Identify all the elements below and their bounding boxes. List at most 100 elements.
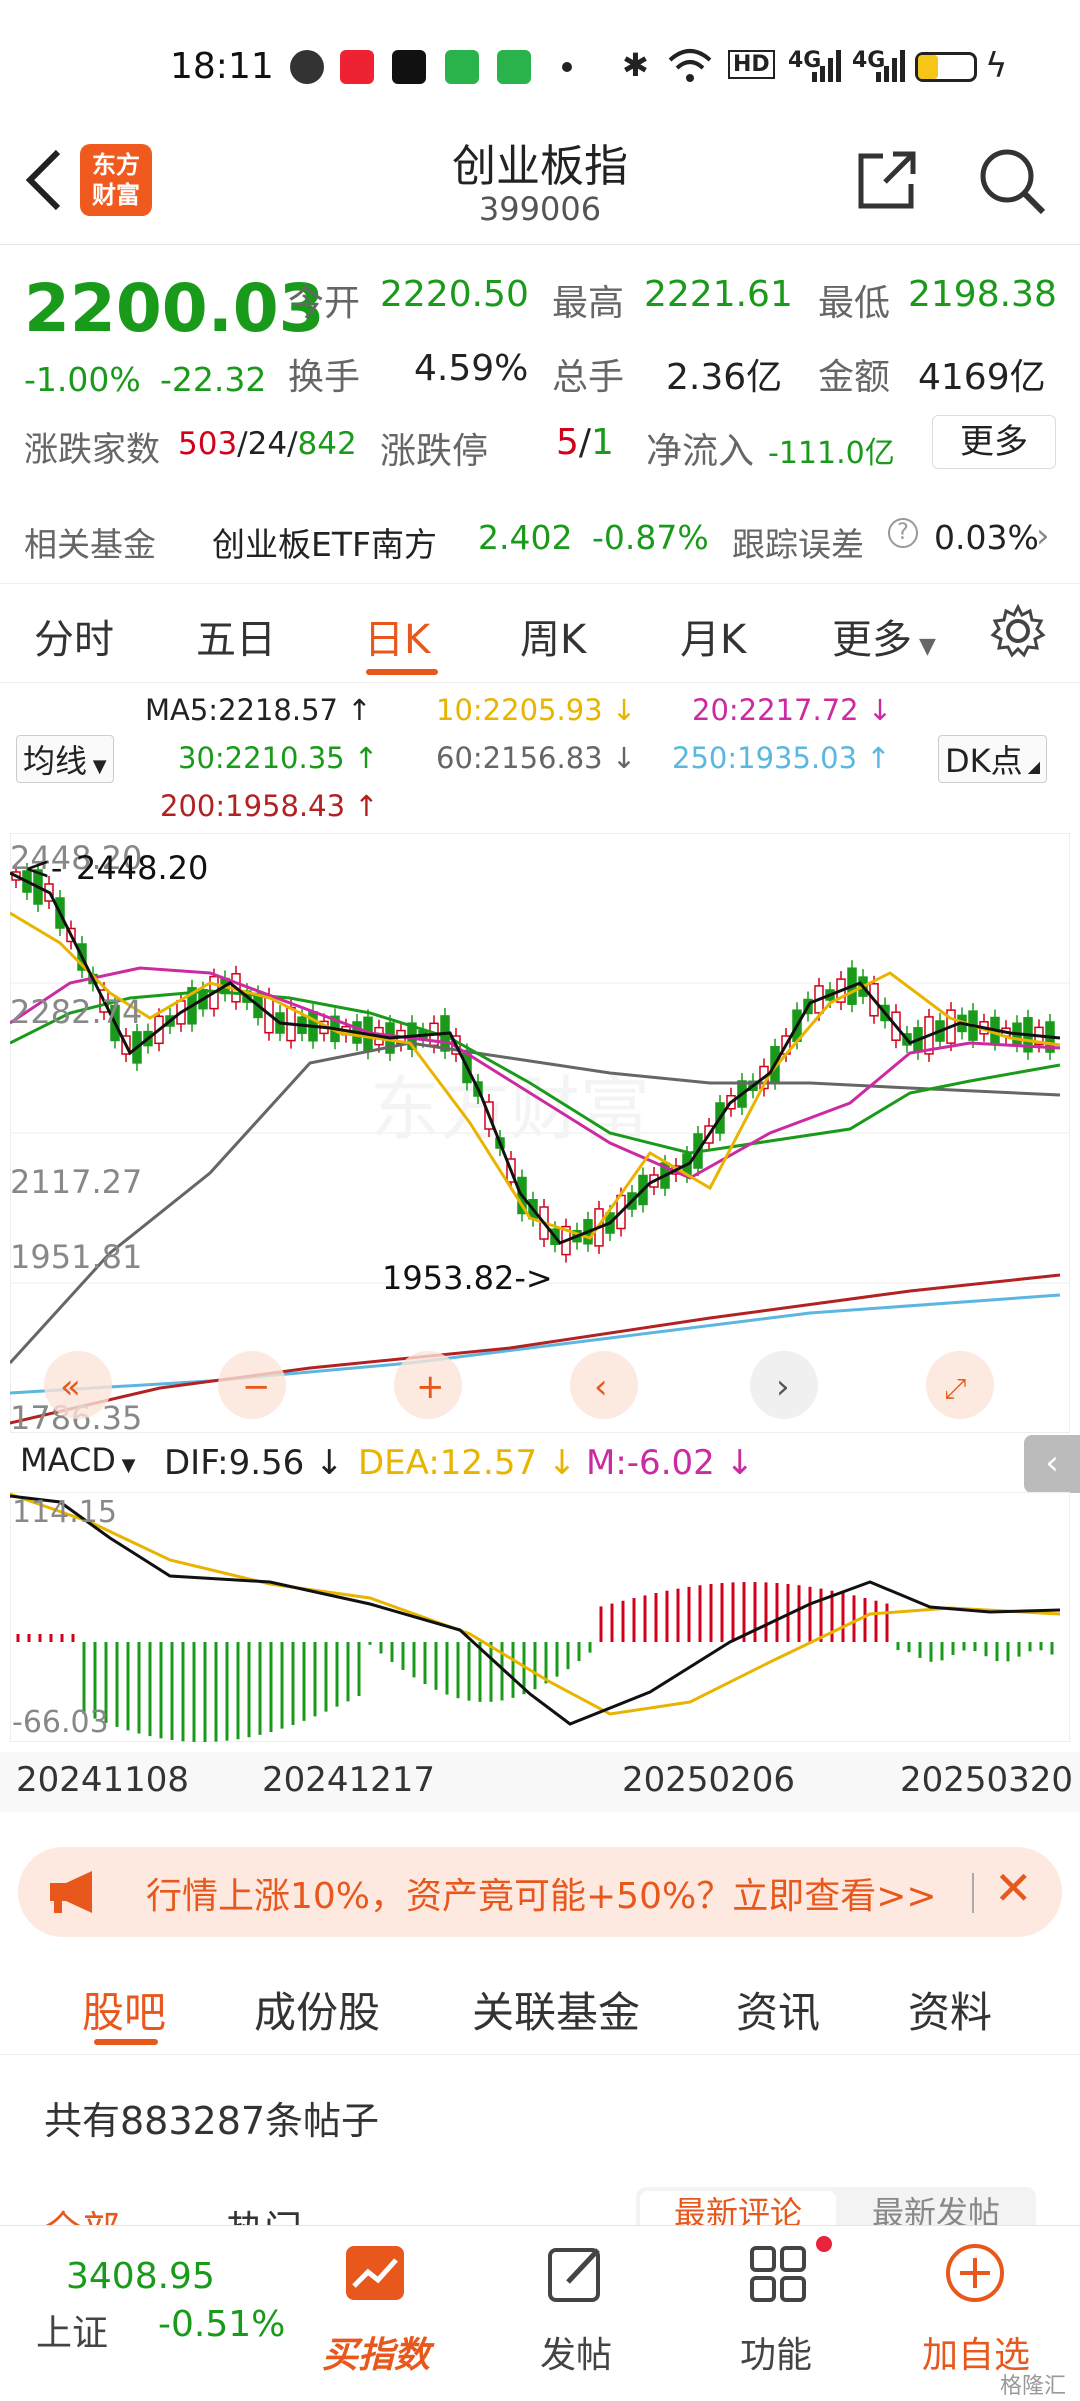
ma30-value: 30:2210.35 ↑ [178,741,379,775]
tab-intraday[interactable]: 分时 [34,607,114,665]
change-value: -22.32 [160,360,267,399]
trend-chart-icon [346,2246,404,2300]
svg-text:‹: ‹ [594,1367,608,1407]
chevron-right-icon[interactable]: › [1036,516,1050,556]
high-marker-value: 2448.20 [76,849,208,887]
more-button[interactable]: 更多 [932,415,1056,469]
tab-related-funds[interactable]: 关联基金 [472,1979,640,2040]
m-value: M:-6.02 ↓ [586,1443,755,1483]
dk-point-selector[interactable]: DK点 ◢ [938,735,1048,783]
fund-label: 相关基金 [24,525,156,564]
macd-legend: MACD ▼ DIF:9.56 ↓ DEA:12.57 ↓ M:-6.02 ↓ … [0,1435,1080,1495]
y-tick-4: 1951.81 [10,1238,142,1276]
share-icon[interactable] [855,148,919,212]
fund-price: 2.402 [478,518,573,557]
tab-daily-k[interactable]: 日K [364,607,430,665]
low-value: 2198.38 [908,274,1057,315]
ma250-value: 250:1935.03 ↑ [672,741,891,775]
limit-counts: 5/1 [556,422,614,463]
header: 东方 财富 创业板指 399006 [0,130,1080,245]
add-circle-icon [946,2244,1004,2302]
dot-icon [562,62,572,72]
ma60-value: 60:2156.83 ↓ [436,741,637,775]
tab-guba[interactable]: 股吧 [82,1979,166,2040]
megaphone-icon [50,1871,92,1913]
tab-news[interactable]: 资讯 [736,1979,820,2040]
tab-five-day[interactable]: 五日 [196,607,276,665]
dea-value: DEA:12.57 ↓ [358,1443,577,1483]
section-tabs: 股吧 成份股 关联基金 资讯 资料 [0,1955,1080,2055]
low-marker: 1953.82-> [382,1259,553,1297]
post-filter-tabs: 全部 热门 最新评论 最新发帖 [0,2165,1080,2252]
netflow-value: -111.0亿 [768,436,895,471]
current-price: 2200.03 [24,270,325,347]
sh-pct: -0.51% [158,2304,286,2345]
tracking-error-value: 0.03% [934,518,1039,557]
clock: 18:11 [170,46,274,87]
hd-icon: HD [728,50,775,79]
amount-value: 4169亿 [918,357,1046,398]
svg-text:⤢: ⤢ [944,1372,966,1405]
date-4: 20250320 [900,1760,1074,1800]
app-icon [445,50,479,84]
turnover-value: 4.59% [414,348,529,389]
signal2-icon [876,50,905,82]
macd-chart[interactable]: 114.15 -66.03 [9,1491,1071,1743]
svg-text:+: + [416,1367,445,1407]
grid-apps-icon [750,2246,806,2302]
promo-text: 行情上涨10%，资产竟可能+50%？立即查看>> [146,1876,937,1917]
collapse-panel-button[interactable]: ‹ [1024,1435,1080,1493]
sh-name: 上证 [36,2313,109,2354]
settings-gear-icon[interactable] [990,603,1046,659]
period-tabs: 分时 五日 日K 周K 月K 更多 ▼ [0,585,1080,683]
macd-selector[interactable]: MACD ▼ [14,1441,142,1479]
kline-chart[interactable]: 东方财富 2448.20 2282.74 2117.27 1951.81 178… [8,832,1071,1437]
nav-functions[interactable]: 功能 [676,2226,876,2401]
promo-banner[interactable]: 行情上涨10%，资产竟可能+50%？立即查看>> ✕ [18,1847,1062,1937]
help-icon[interactable]: ? [888,518,918,548]
nav-buy-index[interactable]: 买指数 [276,2226,476,2401]
post-count: 共有883287条帖子 [44,2099,380,2143]
fund-name[interactable]: 创业板ETF南方 [212,518,437,566]
open-label: 今开 [288,283,361,324]
watermark: 格隆汇 [1000,2374,1067,2399]
message-icon [497,50,531,84]
tab-more[interactable]: 更多 ▼ [832,607,936,665]
dif-value: DIF:9.56 ↓ [164,1443,344,1483]
wechat-icon [290,50,324,84]
tab-weekly-k[interactable]: 周K [520,607,586,665]
high-label: 最高 [552,283,625,324]
close-icon[interactable]: ✕ [994,1861,1033,1915]
search-icon[interactable] [975,144,1047,216]
ma10-value: 10:2205.93 ↓ [436,693,637,727]
tracking-error-label: 跟踪误差 [732,525,864,564]
divider [972,1873,974,1913]
stock-app-icon [340,50,374,84]
status-bar: 18:11 ✱ HD 4G 4G ϟ [0,0,1080,130]
bluetooth-icon: ✱ [622,46,649,84]
netflow-label: 净流入 [646,431,755,472]
limit-label: 涨跌停 [380,431,489,472]
open-value: 2220.50 [380,274,529,315]
updown-counts: 503/24/842 [178,426,357,462]
svg-text:›: › [776,1367,790,1407]
ma5-value: MA5:2218.57 ↑ [145,693,372,727]
date-3: 20250206 [622,1760,796,1800]
nav-post[interactable]: 发帖 [476,2226,676,2401]
related-fund-row[interactable]: 相关基金 创业板ETF南方 2.402 -0.87% 跟踪误差 ? 0.03% … [0,488,1080,584]
ma-selector[interactable]: 均线 ▼ [16,735,114,783]
shanghai-index-widget[interactable]: 3408.95 上证 -0.51% [20,2226,285,2401]
tab-components[interactable]: 成份股 [254,1979,380,2040]
section-tab-indicator [94,2039,158,2045]
tab-profile[interactable]: 资料 [908,1979,992,2040]
macd-top-tick: 114.15 [12,1495,117,1530]
kline-svg: 东方财富 2448.20 2282.74 2117.27 1951.81 178… [8,832,1071,1437]
turnover-label: 换手 [288,357,361,398]
charging-icon: ϟ [985,46,1008,86]
tiktok-icon [392,50,426,84]
ma200-value: 200:1958.43 ↑ [160,789,379,823]
volume-value: 2.36亿 [666,357,783,398]
date-axis: 20241108 20241217 20250206 20250320 [0,1752,1080,1812]
ma20-value: 20:2217.72 ↓ [692,693,893,727]
tab-monthly-k[interactable]: 月K [680,607,746,665]
